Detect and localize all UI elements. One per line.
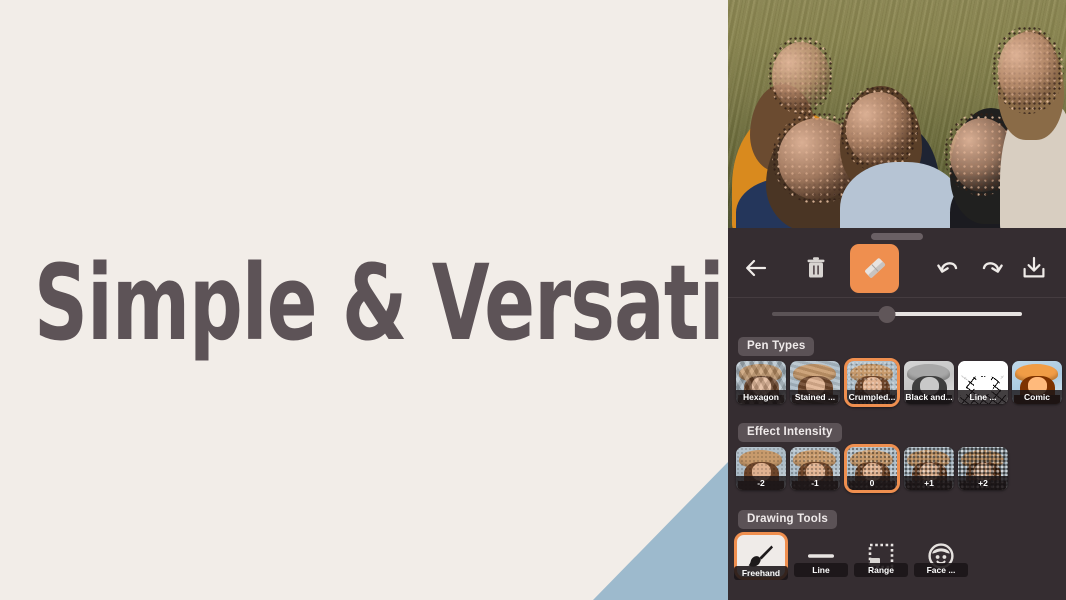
pen-types-row: Hexagon Stained ... Crumpled... Black and..… <box>728 356 1066 407</box>
slider-track-remaining <box>887 312 1022 316</box>
effect-intensity-label: Effect Intensity <box>738 423 842 442</box>
thumbnail-image: Line ... <box>958 361 1008 404</box>
pen-type-comic[interactable]: Comic <box>1012 361 1062 404</box>
thumbnail-caption: Comic <box>1012 389 1062 404</box>
drawing-tool-label: Freehand <box>734 565 788 580</box>
slider-thumb[interactable] <box>878 306 896 323</box>
thumbnail-image: +1 <box>904 447 954 490</box>
effect-intensity-row: -2 -1 0 +1 +2 <box>728 442 1066 493</box>
back-button[interactable] <box>734 246 778 290</box>
pen-type-crumpled[interactable]: Crumpled... <box>844 358 900 407</box>
drawing-tool-freehand[interactable]: Freehand <box>734 532 788 580</box>
brush-size-slider[interactable] <box>772 304 1022 324</box>
redo-button[interactable] <box>970 246 1012 290</box>
drawing-tool-label: Range <box>854 562 908 577</box>
pen-types-label: Pen Types <box>738 337 815 356</box>
thumbnail-caption: Line ... <box>958 389 1008 404</box>
download-icon <box>1023 256 1045 278</box>
thumbnail-image: -1 <box>790 447 840 490</box>
thumbnail-image: Stained ... <box>790 361 840 404</box>
thumbnail-image: +2 <box>958 447 1008 490</box>
slider-track-filled <box>772 312 887 316</box>
undo-icon <box>937 262 958 273</box>
brush-size-slider-row <box>728 297 1066 330</box>
thumbnail-image: -2 <box>736 447 786 490</box>
thumbnail-caption: 0 <box>847 475 897 490</box>
editor-toolbar <box>728 240 1066 296</box>
promo-panel: Simple & Versatile <box>0 0 728 600</box>
pen-types-section: Pen Types Hexagon Stained ... Crumpled... B… <box>728 332 1066 407</box>
thumbnail-image: Black and... <box>904 361 954 404</box>
thumbnail-image: 0 <box>844 444 900 493</box>
drawing-tools-row: Freehand Line Range Face ... <box>728 529 1066 580</box>
thumbnail-caption: Black and... <box>904 389 954 404</box>
eraser-tool-button[interactable] <box>850 243 899 293</box>
toolbar-right-group <box>928 246 1066 290</box>
drawing-tool-face[interactable]: Face ... <box>914 534 968 577</box>
arrow-left-icon <box>746 259 767 277</box>
intensity-1[interactable]: +1 <box>904 447 954 490</box>
intensity-0[interactable]: 0 <box>844 444 900 493</box>
trash-icon <box>807 257 825 278</box>
panel-drag-handle[interactable] <box>871 233 923 240</box>
drawing-tools-section: Drawing Tools Freehand Line Range Face ... <box>728 505 1066 580</box>
mobile-app-panel: Pen Types Hexagon Stained ... Crumpled... B… <box>728 0 1066 600</box>
pen-type-black-and[interactable]: Black and... <box>904 361 954 404</box>
drawing-tool-range[interactable]: Range <box>854 534 908 577</box>
drawing-tool-line[interactable]: Line <box>794 534 848 577</box>
pen-type-hexagon[interactable]: Hexagon <box>736 361 786 404</box>
thumbnail-caption: -2 <box>736 475 786 490</box>
page-title: Simple & Versatile <box>34 242 728 364</box>
intensity-2[interactable]: -2 <box>736 447 786 490</box>
save-button[interactable] <box>1012 246 1056 290</box>
thumbnail-image: Comic <box>1012 361 1062 404</box>
thumbnail-image: Crumpled... <box>844 358 900 407</box>
photo-canvas[interactable] <box>728 0 1066 228</box>
intensity-2[interactable]: +2 <box>958 447 1008 490</box>
delete-button[interactable] <box>794 246 838 290</box>
undo-button[interactable] <box>928 246 970 290</box>
eraser-icon <box>864 258 885 278</box>
effect-intensity-section: Effect Intensity -2 -1 0 +1 +2 <box>728 418 1066 493</box>
drawing-tool-label: Line <box>794 562 848 577</box>
thumbnail-caption: +1 <box>904 475 954 490</box>
thumbnail-caption: Stained ... <box>790 389 840 404</box>
thumbnail-caption: Hexagon <box>736 389 786 404</box>
drawing-tools-label: Drawing Tools <box>738 510 837 529</box>
redo-icon <box>982 262 1003 273</box>
thumbnail-caption: +2 <box>958 475 1008 490</box>
intensity-1[interactable]: -1 <box>790 447 840 490</box>
thumbnail-caption: Crumpled... <box>847 389 897 404</box>
thumbnail-image: Hexagon <box>736 361 786 404</box>
thumbnail-caption: -1 <box>790 475 840 490</box>
pen-type-line[interactable]: Line ... <box>958 361 1008 404</box>
pen-type-stained[interactable]: Stained ... <box>790 361 840 404</box>
drawing-tool-label: Face ... <box>914 562 968 577</box>
